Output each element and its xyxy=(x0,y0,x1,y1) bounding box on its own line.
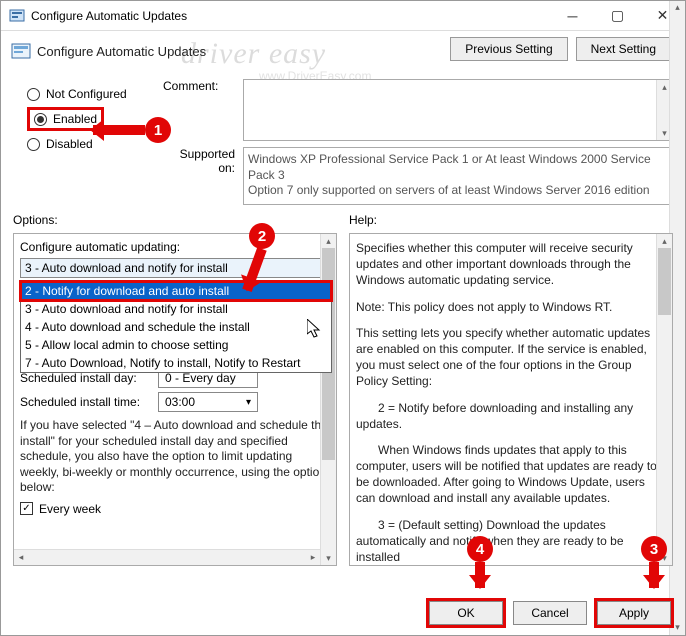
dropdown-item[interactable]: 7 - Auto Download, Notify to install, No… xyxy=(21,354,331,372)
install-time-label: Scheduled install time: xyxy=(20,395,150,409)
supported-on-text: Windows XP Professional Service Pack 1 o… xyxy=(248,152,651,197)
dropdown-selected: 3 - Auto download and notify for install xyxy=(25,261,228,275)
options-label: Options: xyxy=(13,211,337,233)
callout-1: 1 xyxy=(93,117,171,143)
help-para: Note: This policy does not apply to Wind… xyxy=(356,299,658,315)
radio-icon xyxy=(27,88,40,101)
window-buttons: ─ ▢ ✕ xyxy=(550,1,685,31)
scroll-up-icon[interactable]: ▴ xyxy=(658,234,672,248)
radio-label: Not Configured xyxy=(46,87,127,101)
callout-number: 4 xyxy=(467,536,493,562)
next-setting-button[interactable]: Next Setting xyxy=(576,37,671,61)
previous-setting-button[interactable]: Previous Setting xyxy=(450,37,567,61)
install-time-value: 03:00 xyxy=(165,395,195,409)
every-week-checkbox[interactable]: ✓ Every week xyxy=(20,502,332,516)
help-para: 3 = (Default setting) Download the updat… xyxy=(356,517,658,566)
config-dropdown-list[interactable]: 2 - Notify for download and auto install… xyxy=(20,281,332,373)
ok-button[interactable]: OK xyxy=(429,601,503,625)
help-label: Help: xyxy=(349,211,673,233)
dropdown-item[interactable]: 2 - Notify for download and auto install xyxy=(21,282,331,300)
config-label: Configure automatic updating: xyxy=(20,240,332,254)
callout-4: 4 xyxy=(467,536,493,588)
supported-label: Supported on: xyxy=(163,147,235,205)
scroll-down-icon[interactable]: ▾ xyxy=(322,551,336,565)
install-time-select[interactable]: 03:00 ▾ xyxy=(158,392,258,412)
dialog-button-bar: OK Cancel Apply xyxy=(429,601,671,625)
options-pane: Options: Configure automatic updating: 3… xyxy=(13,211,337,566)
cursor-icon xyxy=(307,319,323,344)
options-description: If you have selected "4 – Auto download … xyxy=(20,418,332,496)
horizontal-scrollbar[interactable]: ◂ ▸ xyxy=(14,549,320,565)
checkbox-icon: ✓ xyxy=(20,502,33,515)
install-day-label: Scheduled install day: xyxy=(20,371,150,385)
help-pane: Help: Specifies whether this computer wi… xyxy=(349,211,673,566)
scroll-up-icon[interactable]: ▴ xyxy=(322,234,336,248)
help-para: This setting lets you specify whether au… xyxy=(356,325,658,390)
callout-3: 3 xyxy=(641,536,667,588)
minimize-button[interactable]: ─ xyxy=(550,1,595,31)
titlebar: Configure Automatic Updates ─ ▢ ✕ xyxy=(1,1,685,31)
scrollbar[interactable]: ▴ ▾ xyxy=(656,234,672,565)
config-dropdown[interactable]: 3 - Auto download and notify for install… xyxy=(20,258,332,278)
dropdown-item[interactable]: 4 - Auto download and schedule the insta… xyxy=(21,318,331,336)
help-para: Specifies whether this computer will rec… xyxy=(356,240,658,289)
help-text: Specifies whether this computer will rec… xyxy=(356,240,668,566)
radio-not-configured[interactable]: Not Configured xyxy=(27,83,153,105)
policy-icon xyxy=(11,41,31,61)
scroll-left-icon[interactable]: ◂ xyxy=(14,551,28,565)
comment-label: Comment: xyxy=(163,79,235,141)
dialog-header: Configure Automatic Updates Previous Set… xyxy=(1,31,685,71)
every-week-label: Every week xyxy=(39,502,101,516)
maximize-button[interactable]: ▢ xyxy=(595,1,640,31)
apply-button[interactable]: Apply xyxy=(597,601,671,625)
radio-icon xyxy=(27,138,40,151)
window-title: Configure Automatic Updates xyxy=(31,9,550,23)
callout-number: 2 xyxy=(249,223,275,249)
scroll-right-icon[interactable]: ▸ xyxy=(306,551,320,565)
callout-number: 1 xyxy=(145,117,171,143)
comment-textarea[interactable]: ▴ ▾ xyxy=(243,79,673,141)
callout-2: 2 xyxy=(249,223,275,293)
dropdown-item[interactable]: 5 - Allow local admin to choose setting xyxy=(21,336,331,354)
help-para: 2 = Notify before downloading and instal… xyxy=(356,400,658,432)
dialog-title: Configure Automatic Updates xyxy=(37,44,206,59)
supported-on-box: Windows XP Professional Service Pack 1 o… xyxy=(243,147,673,205)
radio-icon xyxy=(34,113,47,126)
chevron-down-icon: ▾ xyxy=(246,397,251,408)
help-para: When Windows finds updates that apply to… xyxy=(356,442,658,507)
callout-number: 3 xyxy=(641,536,667,562)
scrollbar[interactable]: ▴ ▾ xyxy=(669,147,673,205)
install-day-value: 0 - Every day xyxy=(165,371,236,385)
dropdown-item[interactable]: 3 - Auto download and notify for install xyxy=(21,300,331,318)
cancel-button[interactable]: Cancel xyxy=(513,601,587,625)
app-icon xyxy=(9,8,25,24)
